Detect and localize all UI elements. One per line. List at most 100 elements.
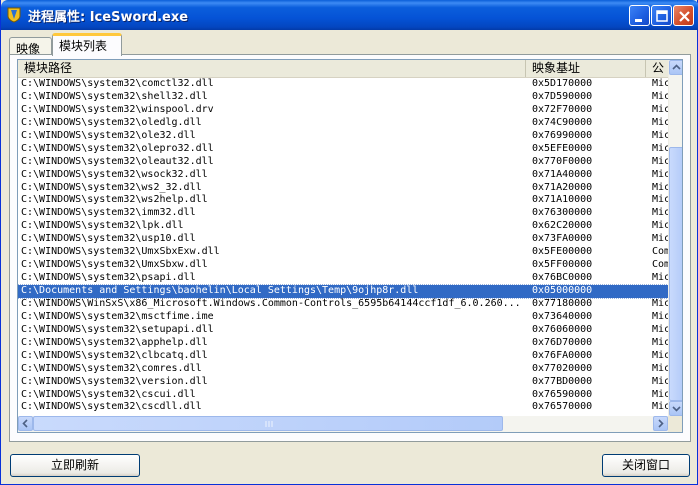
table-row[interactable]: C:\Documents and Settings\baohelin\Local… xyxy=(18,284,669,299)
table-row[interactable]: C:\WINDOWS\system32\cscui.dll 0x76590000 M… xyxy=(18,388,670,402)
image-base-cell: 0x770F0000 xyxy=(532,155,593,167)
image-base-cell: 0x71A40000 xyxy=(532,168,593,180)
tab-module-list-label: 模块列表 xyxy=(59,39,108,53)
module-path-cell: C:\WINDOWS\system32\imm32.dll xyxy=(21,207,196,219)
module-path-cell: C:\WINDOWS\system32\cscdll.dll xyxy=(21,401,202,413)
image-base-cell: 0x74C90000 xyxy=(532,116,593,128)
column-header-module-path[interactable]: 模块路径 xyxy=(18,60,526,77)
image-base-cell: 0x73FA0000 xyxy=(532,233,593,245)
image-base-cell: 0x76D70000 xyxy=(532,336,593,348)
module-path-cell: C:\WINDOWS\WinSxS\x86_Microsoft.Windows.… xyxy=(21,297,521,309)
table-row[interactable]: C:\WINDOWS\system32\msctfime.ime 0x736400… xyxy=(18,310,670,324)
module-path-cell: C:\WINDOWS\system32\clbcatq.dll xyxy=(21,349,208,361)
table-row[interactable]: C:\WINDOWS\system32\apphelp.dll 0x76D7000… xyxy=(18,336,670,350)
image-base-cell: 0x76FA0000 xyxy=(532,349,593,361)
maximize-button[interactable] xyxy=(651,5,672,26)
table-row[interactable]: C:\WINDOWS\system32\setupapi.dll 0x760600… xyxy=(18,323,670,337)
module-path-cell: C:\WINDOWS\system32\oledlg.dll xyxy=(21,116,202,128)
table-row[interactable]: C:\WINDOWS\WinSxS\x86_Microsoft.Windows.… xyxy=(18,297,670,311)
table-row[interactable]: C:\WINDOWS\system32\ws2_32.dll 0x71A20000… xyxy=(18,181,670,195)
scrollbar-corner xyxy=(668,416,682,432)
module-path-cell: C:\WINDOWS\system32\usp10.dll xyxy=(21,233,196,245)
arrow-right-icon xyxy=(658,419,664,428)
module-path-cell: C:\WINDOWS\system32\apphelp.dll xyxy=(21,336,208,348)
module-path-cell: C:\WINDOWS\system32\cscui.dll xyxy=(21,388,196,400)
vertical-scroll-thumb[interactable] xyxy=(669,147,682,401)
image-base-cell: 0x05000000 xyxy=(532,285,593,296)
module-path-cell: C:\WINDOWS\system32\UmxSbxw.dll xyxy=(21,259,208,271)
module-path-cell: C:\WINDOWS\system32\ws2_32.dll xyxy=(21,181,202,193)
close-window-button[interactable] xyxy=(673,5,694,26)
icesword-app-icon xyxy=(7,7,21,23)
refresh-button-label: 立即刷新 xyxy=(50,458,99,472)
image-base-cell: 0x77180000 xyxy=(532,297,593,309)
grip-icon xyxy=(265,421,273,427)
image-base-cell: 0x5FF00000 xyxy=(532,259,593,271)
title-bar[interactable]: 进程属性: IceSword.exe xyxy=(1,0,698,30)
table-row[interactable]: C:\WINDOWS\system32\cscdll.dll 0x76570000… xyxy=(18,401,670,414)
horizontal-scrollbar[interactable] xyxy=(18,416,668,432)
column-header-company-label: 公 xyxy=(652,61,665,75)
module-path-cell: C:\WINDOWS\system32\olepro32.dll xyxy=(21,142,214,154)
image-base-cell: 0x5D170000 xyxy=(532,78,593,89)
module-path-cell: C:\WINDOWS\system32\comctl32.dll xyxy=(21,78,214,89)
image-base-cell: 0x76BC0000 xyxy=(532,272,593,284)
table-row[interactable]: C:\WINDOWS\system32\oleaut32.dll 0x770F00… xyxy=(18,155,670,169)
image-base-cell: 0x76300000 xyxy=(532,207,593,219)
module-path-cell: C:\WINDOWS\system32\lpk.dll xyxy=(21,220,184,232)
close-button-label: 关闭窗口 xyxy=(621,458,670,472)
table-row[interactable]: C:\WINDOWS\system32\clbcatq.dll 0x76FA000… xyxy=(18,349,670,363)
module-path-cell: C:\WINDOWS\system32\version.dll xyxy=(21,375,208,387)
window-title: 进程属性: IceSword.exe xyxy=(28,10,189,25)
module-path-cell: C:\WINDOWS\system32\setupapi.dll xyxy=(21,323,214,335)
column-header-image-base[interactable]: 映象基址 xyxy=(526,60,646,77)
table-row[interactable]: C:\WINDOWS\system32\version.dll 0x77BD000… xyxy=(18,375,670,389)
horizontal-scroll-thumb[interactable] xyxy=(33,416,503,431)
table-row[interactable]: C:\WINDOWS\system32\olepro32.dll 0x5EFE00… xyxy=(18,142,670,156)
module-path-cell: C:\WINDOWS\system32\oleaut32.dll xyxy=(21,155,214,167)
table-row[interactable]: C:\WINDOWS\system32\ws2help.dll 0x71A1000… xyxy=(18,194,670,207)
list-header: 模块路径 映象基址 公 xyxy=(18,60,682,78)
table-row[interactable]: C:\WINDOWS\system32\imm32.dll 0x76300000 M… xyxy=(18,207,670,220)
image-base-cell: 0x5EFE0000 xyxy=(532,142,593,154)
table-row[interactable]: C:\WINDOWS\system32\usp10.dll 0x73FA0000 M… xyxy=(18,233,670,246)
tab-module-list[interactable]: 模块列表 xyxy=(52,33,122,56)
refresh-button[interactable]: 立即刷新 xyxy=(10,454,140,477)
process-properties-window: 进程属性: IceSword.exe 映像 模块列表 模块路径 映象基址 公 C… xyxy=(0,0,698,485)
table-row[interactable]: C:\WINDOWS\system32\comres.dll 0x77020000… xyxy=(18,363,670,376)
module-path-cell: C:\WINDOWS\system32\shell32.dll xyxy=(21,90,208,102)
table-row[interactable]: C:\WINDOWS\system32\ole32.dll 0x76990000 M… xyxy=(18,129,670,143)
image-base-cell: 0x76060000 xyxy=(532,323,593,335)
table-row[interactable]: C:\WINDOWS\system32\oledlg.dll 0x74C90000… xyxy=(18,116,670,130)
arrow-down-icon xyxy=(672,406,681,412)
scroll-left-button[interactable] xyxy=(18,416,33,431)
image-base-cell: 0x73640000 xyxy=(532,310,593,322)
image-base-cell: 0x76990000 xyxy=(532,129,593,141)
close-button[interactable]: 关闭窗口 xyxy=(602,454,690,477)
module-path-cell: C:\WINDOWS\system32\psapi.dll xyxy=(21,272,196,284)
tab-image[interactable]: 映像 xyxy=(9,37,52,56)
maximize-icon xyxy=(656,10,668,22)
table-row[interactable]: C:\WINDOWS\system32\winspool.drv 0x72F700… xyxy=(18,104,670,117)
scroll-right-button[interactable] xyxy=(653,416,668,431)
table-row[interactable]: C:\WINDOWS\system32\lpk.dll 0x62C20000 Mic xyxy=(18,220,670,233)
table-row[interactable]: C:\WINDOWS\system32\UmxSbxExw.dll 0x5FE00… xyxy=(18,246,670,259)
module-path-cell: C:\WINDOWS\system32\ole32.dll xyxy=(21,129,196,141)
table-row[interactable]: C:\WINDOWS\system32\psapi.dll 0x76BC0000 M… xyxy=(18,272,670,285)
module-path-cell: C:\Documents and Settings\baohelin\Local… xyxy=(21,285,419,296)
column-header-image-base-label: 映象基址 xyxy=(532,61,581,75)
vertical-scrollbar[interactable] xyxy=(668,60,682,416)
image-base-cell: 0x62C20000 xyxy=(532,220,593,232)
module-path-cell: C:\WINDOWS\system32\ws2help.dll xyxy=(21,194,208,206)
image-base-cell: 0x5FE00000 xyxy=(532,246,593,258)
table-row[interactable]: C:\WINDOWS\system32\comctl32.dll 0x5D1700… xyxy=(18,78,670,91)
scroll-down-button[interactable] xyxy=(669,401,682,416)
table-row[interactable]: C:\WINDOWS\system32\shell32.dll 0x7D59000… xyxy=(18,90,670,104)
scroll-up-button[interactable] xyxy=(669,60,682,75)
image-base-cell: 0x76590000 xyxy=(532,388,593,400)
minimize-button[interactable] xyxy=(629,5,650,26)
module-path-cell: C:\WINDOWS\system32\UmxSbxExw.dll xyxy=(21,246,220,258)
module-list[interactable]: 模块路径 映象基址 公 C:\WINDOWS\system32\comctl32… xyxy=(17,59,683,433)
table-row[interactable]: C:\WINDOWS\system32\UmxSbxw.dll 0x5FF0000… xyxy=(18,259,670,272)
table-row[interactable]: C:\WINDOWS\system32\wsock32.dll 0x71A4000… xyxy=(18,168,670,182)
